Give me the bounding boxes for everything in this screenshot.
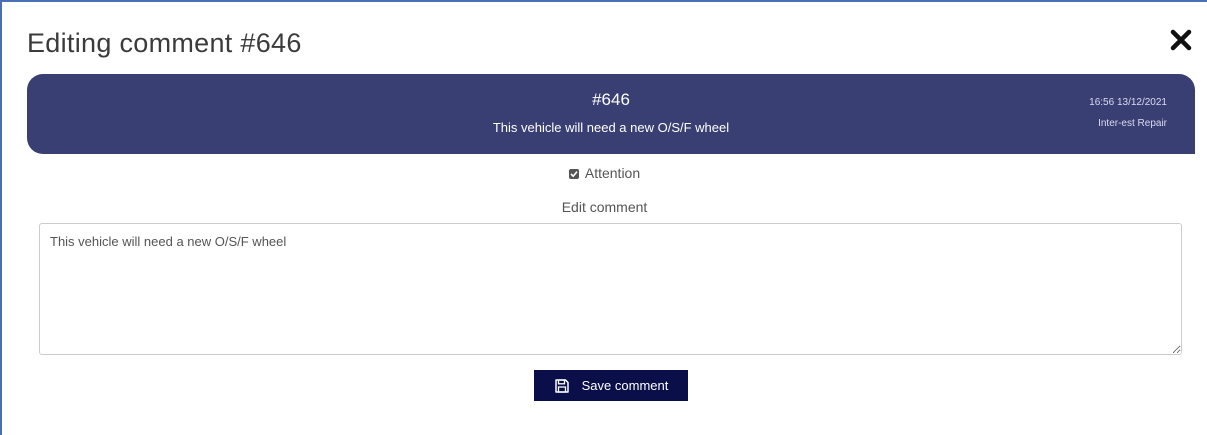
attention-checkbox[interactable]: [568, 169, 579, 179]
comment-number: #646: [592, 90, 630, 109]
floppy-disk-icon: [554, 378, 569, 393]
save-comment-button[interactable]: Save comment: [534, 370, 688, 401]
edit-comment-label: Edit comment: [561, 199, 648, 215]
attention-label: Attention: [584, 165, 641, 181]
checkmark-icon: [570, 171, 578, 178]
comment-card: #646 This vehicle will need a new O/S/F …: [27, 74, 1195, 154]
comment-timestamp: 16:56 13/12/2021: [1089, 97, 1167, 108]
edit-comment-modal: Editing comment #646 #646 This vehicle w…: [0, 0, 1207, 435]
close-x-icon: [1170, 29, 1192, 51]
modal-title: Editing comment #646: [27, 28, 302, 58]
attention-checkbox-row[interactable]: Attention: [2, 164, 1207, 182]
comment-author: Inter-est Repair: [1098, 118, 1167, 129]
save-comment-label: Save comment: [581, 378, 669, 393]
close-button[interactable]: [1169, 28, 1193, 52]
comment-textarea[interactable]: This vehicle will need a new O/S/F wheel: [39, 223, 1182, 355]
comment-text: This vehicle will need a new O/S/F wheel: [492, 120, 730, 135]
